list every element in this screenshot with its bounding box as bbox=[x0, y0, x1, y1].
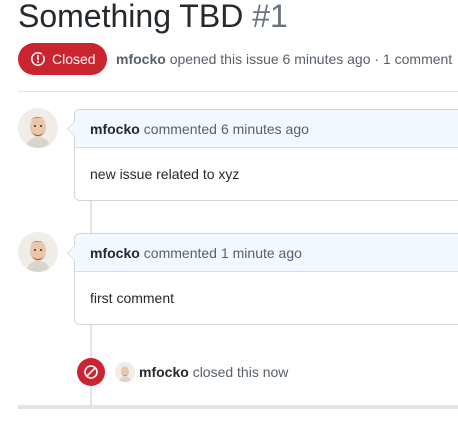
comment-header: mfocko commented 6 minutes ago bbox=[75, 110, 458, 148]
comment-time[interactable]: 6 minutes ago bbox=[221, 121, 309, 137]
issue-closed-icon bbox=[31, 52, 46, 66]
comment-author[interactable]: mfocko bbox=[90, 121, 140, 137]
issue-number: #1 bbox=[252, 0, 288, 34]
comment-box: mfocko commented 6 minutes ago new issue… bbox=[67, 109, 458, 201]
header-divider bbox=[18, 91, 458, 92]
comment-body: new issue related to xyz bbox=[90, 166, 240, 182]
comment-action: commented bbox=[143, 120, 217, 137]
timeline-end-rule bbox=[18, 405, 458, 409]
comment-box: mfocko commented 1 minute ago first comm… bbox=[67, 233, 458, 325]
comment-header: mfocko commented 1 minute ago bbox=[75, 234, 458, 272]
comment-avatar[interactable] bbox=[18, 108, 58, 148]
issue-author-link[interactable]: mfocko bbox=[116, 51, 166, 67]
event-author[interactable]: mfocko bbox=[139, 364, 189, 380]
comment-time[interactable]: 1 minute ago bbox=[221, 245, 302, 261]
issue-comment-count: 1 comment bbox=[382, 51, 453, 67]
issue-opened-time[interactable]: 6 minutes ago bbox=[283, 51, 371, 67]
issue-meta: mfocko opened this issue 6 minutes ago ·… bbox=[116, 50, 452, 68]
avatar-image bbox=[18, 108, 58, 148]
state-label: Closed bbox=[52, 51, 96, 67]
issue-opened-text: opened this issue bbox=[169, 51, 279, 67]
event-text: mfocko closed this now bbox=[139, 363, 288, 381]
avatar-image bbox=[18, 232, 58, 272]
meta-separator: · bbox=[374, 51, 380, 67]
comment-body: first comment bbox=[90, 290, 175, 306]
circle-slash-icon bbox=[84, 365, 98, 379]
event-avatar[interactable] bbox=[115, 362, 135, 382]
event-description: closed this now bbox=[192, 364, 289, 380]
comment-avatar[interactable] bbox=[18, 232, 58, 272]
avatar-image bbox=[115, 362, 135, 382]
issue-title: Something TBD #1 bbox=[18, 0, 288, 38]
issue-title-text: Something TBD bbox=[18, 0, 244, 34]
state-badge-closed: Closed bbox=[18, 43, 107, 75]
closed-event-badge bbox=[77, 358, 105, 386]
comment-author[interactable]: mfocko bbox=[90, 245, 140, 261]
comment-action: commented bbox=[143, 244, 217, 261]
